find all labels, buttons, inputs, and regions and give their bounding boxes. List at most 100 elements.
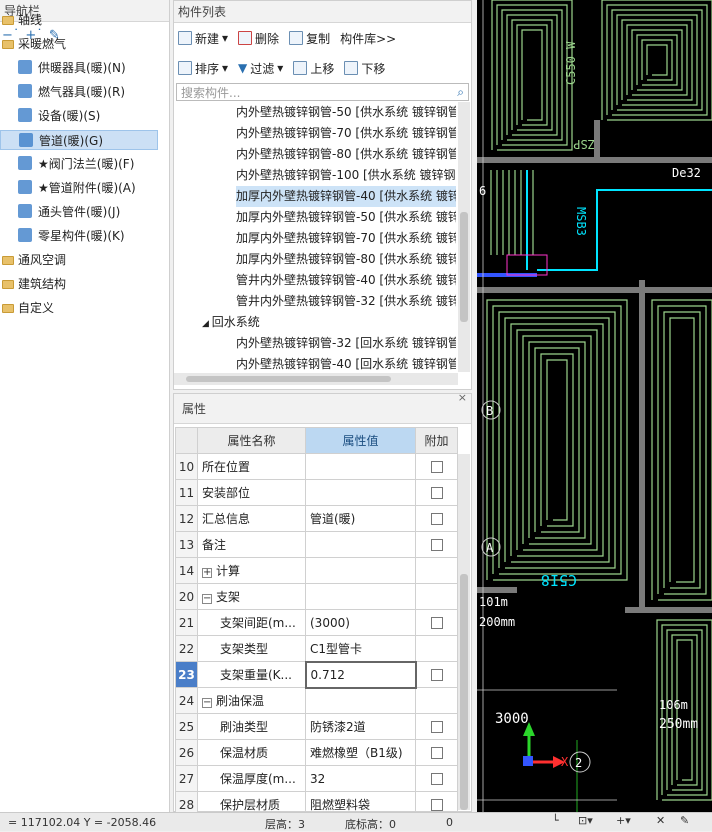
collapse-icon[interactable]: −	[202, 698, 212, 708]
library-button[interactable]: 构件库>>	[340, 30, 396, 47]
property-row[interactable]: 27 保温厚度(m... 32	[175, 765, 458, 792]
component-tree: 内外壁热镀锌钢管-50 [供水系统 镀锌钢管 内外壁热镀锌钢管-70 [供水系统 …	[174, 102, 458, 372]
property-row[interactable]: 22 支架类型 C1型管卡	[175, 635, 458, 662]
collapse-icon[interactable]: −	[202, 594, 212, 604]
property-row[interactable]: 26 保温材质 难燃橡塑（B1级)	[175, 739, 458, 766]
property-name-text: 刷油类型	[220, 720, 269, 734]
expand-icon[interactable]: +	[202, 568, 212, 578]
extra-checkbox[interactable]	[430, 539, 443, 551]
nav-item[interactable]: ★管道附件(暖)(A)	[0, 178, 158, 198]
nav-item[interactable]: 燃气器具(暖)(R)	[0, 82, 158, 102]
property-value[interactable]: 管道(暖)	[305, 505, 416, 532]
nav-item[interactable]: ★阀门法兰(暖)(F)	[0, 154, 158, 174]
new-button[interactable]: 新建 ▾	[178, 30, 228, 47]
component-row[interactable]: 内外壁热镀锌钢管-32 [回水系统 镀锌钢管	[236, 333, 456, 354]
cancel-icon[interactable]: ✕	[656, 814, 665, 827]
nav-item-label: 采暖燃气	[18, 37, 67, 51]
property-name: 刷油类型	[197, 713, 306, 740]
search-input[interactable]: 搜索构件...	[181, 84, 240, 101]
extra-checkbox[interactable]	[430, 773, 443, 785]
property-value[interactable]	[305, 479, 416, 506]
component-scroll-thumb[interactable]	[460, 212, 468, 322]
snap-icon[interactable]: └	[552, 814, 559, 827]
properties-scroll-thumb[interactable]	[460, 574, 468, 810]
property-value[interactable]	[305, 531, 416, 558]
sort-button[interactable]: 排序 ▾	[178, 60, 228, 77]
property-value[interactable]: 32	[305, 765, 416, 792]
extra-checkbox[interactable]	[430, 617, 443, 629]
property-value[interactable]: 难燃橡塑（B1级)	[305, 739, 416, 766]
grid-icon[interactable]: ⊡▾	[578, 814, 593, 827]
property-value[interactable]: C1型管卡	[305, 635, 416, 662]
filter-button[interactable]: ▼ 过滤 ▾	[238, 60, 283, 77]
property-row[interactable]: 12 汇总信息 管道(暖)	[175, 505, 458, 532]
component-row[interactable]: 加厚内外壁热镀锌钢管-50 [供水系统 镀锌	[236, 207, 456, 228]
property-row[interactable]: 23 支架重量(K... 0.712	[175, 660, 458, 689]
nav-item[interactable]: 建筑结构	[0, 274, 158, 294]
property-row[interactable]: 14 + 计算	[175, 557, 458, 584]
component-row[interactable]: 加厚内外壁热镀锌钢管-40 [供水系统 镀锌	[236, 186, 456, 207]
nav-item-label: 轴线	[18, 13, 43, 27]
property-extra	[415, 765, 458, 792]
delete-button[interactable]: 删除	[238, 30, 279, 47]
component-row[interactable]: 内外壁热镀锌钢管-40 [回水系统 镀锌钢管	[236, 354, 456, 372]
component-row[interactable]: 内外壁热镀锌钢管-80 [供水系统 镀锌钢管	[236, 144, 456, 165]
property-value[interactable]: 防锈漆2道	[305, 713, 416, 740]
property-value[interactable]: (3000)	[305, 609, 416, 636]
extra-checkbox[interactable]	[430, 669, 443, 681]
nav-item[interactable]: 管道(暖)(G)	[0, 130, 158, 150]
move-down-button[interactable]: 下移	[344, 60, 385, 77]
properties-vertical-scrollbar[interactable]	[458, 454, 470, 810]
collapse-arrow-icon[interactable]: ◢	[202, 319, 212, 329]
property-value-input[interactable]: 0.712	[304, 660, 417, 689]
property-row[interactable]: 10 所在位置	[175, 453, 458, 480]
search-icon[interactable]: ⌕	[457, 85, 464, 100]
component-search[interactable]: 搜索构件... ⌕	[176, 83, 469, 101]
delete-icon	[238, 31, 253, 45]
component-row[interactable]: 管井内外壁热镀锌钢管-32 [供水系统 镀锌	[236, 291, 456, 312]
nav-item[interactable]: 供暖器具(暖)(N)	[0, 58, 158, 78]
crosshair-icon[interactable]: +▾	[616, 814, 631, 827]
nav-item[interactable]: 零星构件(暖)(K)	[0, 226, 158, 246]
property-row[interactable]: 20− 支架	[175, 583, 458, 610]
nav-item[interactable]: 轴线	[0, 10, 158, 30]
extra-checkbox[interactable]	[430, 721, 443, 733]
component-row[interactable]: 加厚内外壁热镀锌钢管-70 [供水系统 镀锌	[236, 228, 456, 249]
property-extra	[415, 739, 458, 766]
component-hscroll-thumb[interactable]	[186, 376, 391, 382]
extra-checkbox[interactable]	[430, 487, 443, 499]
copy-button[interactable]: 复制	[289, 30, 330, 47]
pen-icon[interactable]: ✎	[680, 814, 689, 827]
component-row[interactable]: 加厚内外壁热镀锌钢管-80 [供水系统 镀锌	[236, 249, 456, 270]
extra-checkbox[interactable]	[430, 799, 443, 811]
row-number: 11	[175, 479, 198, 506]
extra-checkbox[interactable]	[430, 461, 443, 473]
property-row[interactable]: 13 备注	[175, 531, 458, 558]
nav-item-label: 设备(暖)(S)	[38, 109, 101, 123]
nav-item[interactable]: 自定义	[0, 298, 158, 318]
property-name: 安装部位	[197, 479, 306, 506]
property-row[interactable]: 24− 刷油保温	[175, 687, 458, 714]
component-horizontal-scrollbar[interactable]	[174, 373, 458, 385]
component-row[interactable]: 管井内外壁热镀锌钢管-40 [供水系统 镀锌	[236, 270, 456, 291]
property-row[interactable]: 11 安装部位	[175, 479, 458, 506]
cad-drawing[interactable]: C550 W De32 ZSP MSB3 C5I8 101m 200mm 106…	[477, 0, 712, 812]
component-vertical-scrollbar[interactable]	[458, 102, 470, 372]
property-row[interactable]: 21 支架间距(m... (3000)	[175, 609, 458, 636]
nav-item[interactable]: 通头管件(暖)(J)	[0, 202, 158, 222]
component-row[interactable]: 内外壁热镀锌钢管-50 [供水系统 镀锌钢管	[236, 102, 456, 123]
close-icon[interactable]: ×	[458, 391, 467, 404]
nav-item[interactable]: 采暖燃气	[0, 34, 158, 54]
property-name-text: 汇总信息	[202, 512, 251, 526]
extra-checkbox[interactable]	[430, 513, 443, 525]
move-up-button[interactable]: 上移	[293, 60, 334, 77]
component-row[interactable]: 内外壁热镀锌钢管-100 [供水系统 镀锌钢	[236, 165, 456, 186]
nav-item[interactable]: 通风空调	[0, 250, 158, 270]
property-row[interactable]: 25 刷油类型 防锈漆2道	[175, 713, 458, 740]
extra-checkbox[interactable]	[430, 747, 443, 759]
cad-drawing-canvas[interactable]: C550 W De32 ZSP MSB3 C5I8 101m 200mm 106…	[477, 0, 712, 812]
component-group[interactable]: ◢ 回水系统	[202, 312, 452, 333]
property-value[interactable]	[305, 453, 416, 480]
nav-item[interactable]: 设备(暖)(S)	[0, 106, 158, 126]
component-row[interactable]: 内外壁热镀锌钢管-70 [供水系统 镀锌钢管	[236, 123, 456, 144]
